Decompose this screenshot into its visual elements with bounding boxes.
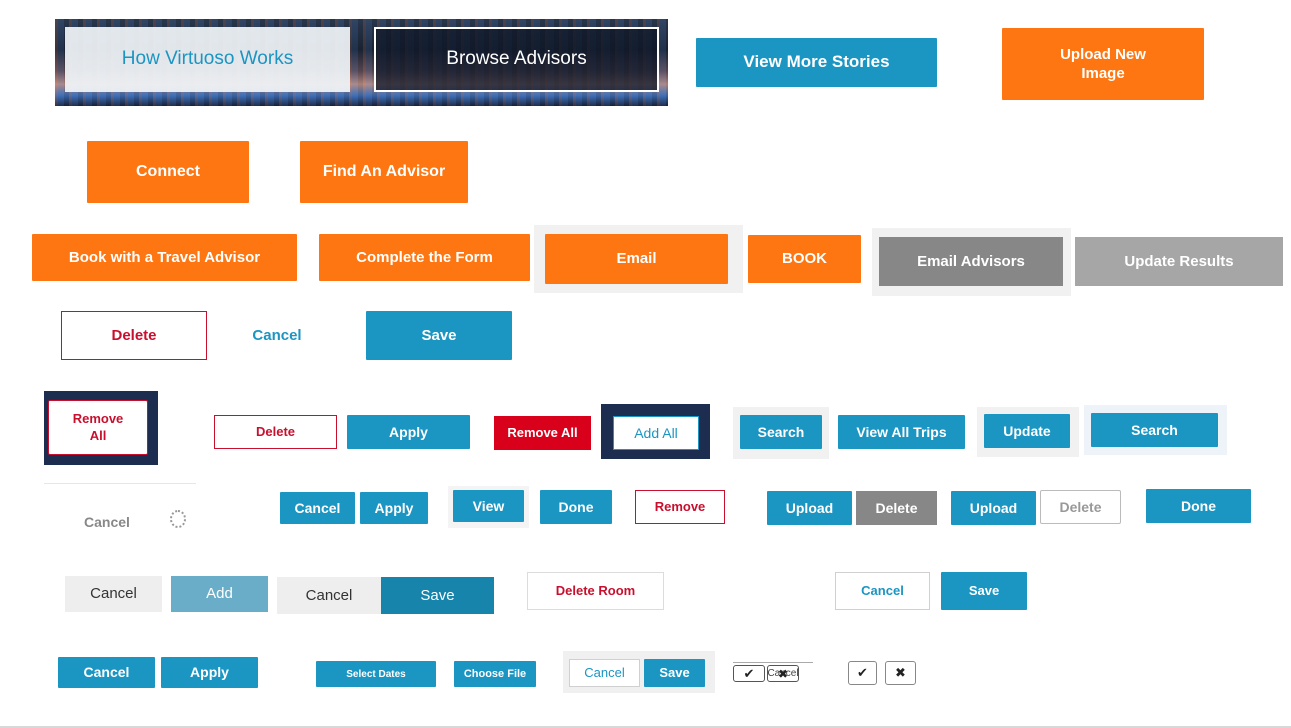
check-icon-2[interactable]: ✔ bbox=[848, 661, 877, 685]
remove-button[interactable]: Remove bbox=[635, 490, 725, 524]
save-button-2[interactable]: Save bbox=[381, 577, 494, 614]
add-button[interactable]: Add bbox=[171, 576, 268, 612]
book-button[interactable]: BOOK bbox=[748, 235, 861, 283]
upload-button[interactable]: Upload bbox=[767, 491, 852, 525]
cancel-plain-button[interactable]: Cancel bbox=[65, 576, 162, 612]
browse-advisors-button[interactable]: Browse Advisors bbox=[374, 27, 659, 92]
save-button-small[interactable]: Save bbox=[644, 659, 705, 687]
cancel-plain-button-2[interactable]: Cancel bbox=[277, 577, 381, 614]
view-more-stories-button[interactable]: View More Stories bbox=[696, 38, 937, 87]
cancel-button[interactable]: Cancel bbox=[280, 492, 355, 524]
close-icon[interactable]: ✖ Cancel bbox=[767, 665, 799, 682]
done-button-2[interactable]: Done bbox=[1146, 489, 1251, 523]
check-icon[interactable]: ✔ bbox=[733, 665, 765, 682]
delete-gray-button[interactable]: Delete bbox=[856, 491, 937, 525]
update-results-button[interactable]: Update Results bbox=[1075, 237, 1283, 286]
hero-banner: How Virtuoso Works Browse Advisors bbox=[55, 19, 668, 106]
cancel-outline-small-button[interactable]: Cancel bbox=[569, 659, 640, 687]
save-button[interactable]: Save bbox=[366, 311, 512, 360]
apply-button-2[interactable]: Apply bbox=[360, 492, 428, 524]
search-button[interactable]: Search bbox=[740, 415, 822, 449]
delete-outline-button[interactable]: Delete bbox=[1040, 490, 1121, 524]
strike-line bbox=[733, 662, 813, 663]
complete-the-form-button[interactable]: Complete the Form bbox=[319, 234, 530, 281]
divider bbox=[44, 483, 196, 484]
cancel-button-3[interactable]: Cancel bbox=[58, 657, 155, 688]
email-advisors-button[interactable]: Email Advisors bbox=[879, 237, 1063, 286]
delete-button-small[interactable]: Delete bbox=[214, 415, 337, 449]
cancel-overlap-text: Cancel bbox=[767, 668, 799, 679]
select-dates-button[interactable]: Select Dates bbox=[316, 661, 436, 687]
how-virtuoso-works-button[interactable]: How Virtuoso Works bbox=[65, 27, 350, 92]
remove-all-button[interactable]: Remove All bbox=[48, 400, 148, 455]
delete-button[interactable]: Delete bbox=[61, 311, 207, 360]
connect-button[interactable]: Connect bbox=[87, 141, 249, 203]
update-button[interactable]: Update bbox=[984, 414, 1070, 448]
choose-file-button[interactable]: Choose File bbox=[454, 661, 536, 687]
loading-spinner-icon bbox=[170, 510, 186, 528]
book-with-travel-advisor-button[interactable]: Book with a Travel Advisor bbox=[32, 234, 297, 281]
cancel-outline-button[interactable]: Cancel bbox=[835, 572, 930, 610]
apply-button[interactable]: Apply bbox=[347, 415, 470, 449]
remove-all-red-button[interactable]: Remove All bbox=[494, 416, 591, 450]
view-all-trips-button[interactable]: View All Trips bbox=[838, 415, 965, 449]
add-all-button[interactable]: Add All bbox=[613, 416, 699, 450]
upload-new-image-button[interactable]: Upload New Image bbox=[1002, 28, 1204, 100]
search-button-2[interactable]: Search bbox=[1091, 413, 1218, 447]
upload-button-2[interactable]: Upload bbox=[951, 491, 1036, 525]
apply-button-3[interactable]: Apply bbox=[161, 657, 258, 688]
cancel-link[interactable]: Cancel bbox=[227, 311, 327, 360]
save-button-3[interactable]: Save bbox=[941, 572, 1027, 610]
cancel-gray-text[interactable]: Cancel bbox=[62, 508, 152, 536]
find-advisor-button[interactable]: Find An Advisor bbox=[300, 141, 468, 203]
view-button[interactable]: View bbox=[453, 490, 524, 522]
delete-room-button[interactable]: Delete Room bbox=[527, 572, 664, 610]
done-button[interactable]: Done bbox=[540, 490, 612, 524]
close-icon-2[interactable]: ✖ bbox=[885, 661, 916, 685]
email-button[interactable]: Email bbox=[545, 234, 728, 284]
